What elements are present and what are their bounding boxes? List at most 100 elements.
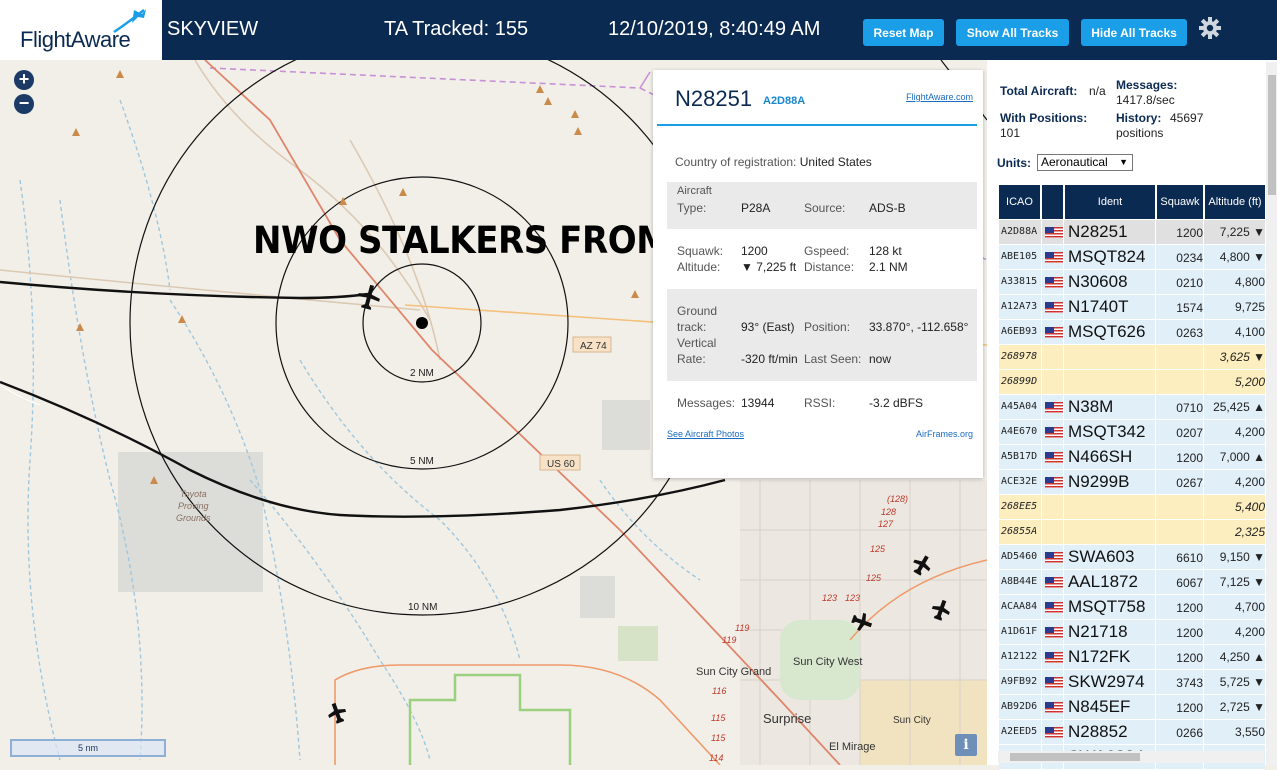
us-flag-icon (1045, 252, 1064, 263)
flightaware-link[interactable]: FlightAware.com (906, 92, 973, 102)
cell-separator (1203, 470, 1204, 494)
cell-separator (1041, 395, 1042, 419)
table-row[interactable]: 26855A 2,325 (999, 520, 1265, 545)
row-ident: MSQT342 (1068, 422, 1146, 441)
cell-separator (1041, 295, 1042, 319)
col-ident[interactable]: Ident (1065, 185, 1155, 219)
aircraft-photos-link[interactable]: See Aircraft Photos (667, 429, 744, 439)
row-altitude: 2,325 (1234, 525, 1265, 539)
table-row[interactable]: AB92D6 N845EF 1200 2,725 ▼ (999, 695, 1265, 720)
cell-separator (1041, 445, 1042, 469)
cell-separator (1155, 370, 1156, 394)
zoom-out-button[interactable]: − (14, 94, 34, 114)
cell-separator (1155, 245, 1156, 269)
svg-text:125: 125 (866, 573, 882, 583)
table-row[interactable]: A5B17D N466SH 1200 7,000 ▲ (999, 445, 1265, 470)
cell-separator (1203, 570, 1204, 594)
ground-speed: 128 kt (869, 244, 902, 258)
horizontal-scroll-thumb[interactable] (1010, 753, 1140, 761)
aircraft-detail-popup: N28251 A2D88A FlightAware.com Country of… (653, 70, 983, 478)
table-row[interactable]: A2EED5 N28852 0266 3,550 (999, 720, 1265, 745)
row-ident: N9299B (1068, 472, 1130, 491)
road-sign-az74: AZ 74 (572, 336, 612, 353)
table-row[interactable]: ACE32E N9299B 0267 4,200 (999, 470, 1265, 495)
svg-text:Sun City Grand: Sun City Grand (696, 666, 771, 678)
cell-separator (1203, 295, 1204, 319)
row-altitude: 7,000 ▲ (1219, 450, 1265, 464)
gear-icon[interactable] (1198, 16, 1222, 40)
table-row[interactable]: A12A73 N1740T 1574 9,725 (999, 295, 1265, 320)
svg-text:119: 119 (722, 635, 736, 645)
hide-all-tracks-button[interactable]: Hide All Tracks (1081, 19, 1187, 46)
cell-separator (1063, 570, 1064, 594)
svg-text:125: 125 (870, 544, 886, 554)
show-all-tracks-button[interactable]: Show All Tracks (956, 19, 1069, 46)
flightaware-logo[interactable]: FlightAware (0, 0, 162, 60)
airframes-link[interactable]: AirFrames.org (916, 429, 973, 439)
cell-separator (1155, 220, 1156, 244)
app-title: SKYVIEW (167, 18, 259, 40)
table-row[interactable]: 268EE5 5,400 (999, 495, 1265, 520)
cell-separator (1155, 645, 1156, 669)
table-row[interactable]: A8B44E AAL1872 6067 7,125 ▼ (999, 570, 1265, 595)
cell-separator (1041, 470, 1042, 494)
row-altitude: 25,425 ▲ (1213, 400, 1265, 414)
zoom-in-button[interactable]: + (14, 70, 34, 90)
table-row[interactable]: A45A04 N38M 0710 25,425 ▲ (999, 395, 1265, 420)
country-row: Country of registration: United States (675, 155, 872, 169)
row-ident: N466SH (1068, 447, 1133, 466)
svg-text:AZ 74: AZ 74 (580, 341, 607, 352)
table-row[interactable]: 26899D 5,200 (999, 370, 1265, 395)
table-row[interactable]: AD5460 SWA603 6610 9,150 ▼ (999, 545, 1265, 570)
col-flag[interactable] (1042, 185, 1063, 219)
svg-text:Surprise: Surprise (763, 711, 811, 726)
cell-separator (1203, 445, 1204, 469)
col-squawk[interactable]: Squawk (1157, 185, 1203, 219)
vertical-scroll-thumb[interactable] (1268, 75, 1276, 195)
table-row[interactable]: 268978 3,625 ▼ (999, 345, 1265, 370)
cell-separator (1041, 520, 1042, 544)
row-icao: A5B17D (1001, 451, 1038, 462)
cell-separator (1041, 720, 1042, 744)
messages-rate: 1417.8/sec (1116, 93, 1175, 107)
us-flag-icon (1045, 627, 1064, 638)
reset-map-button[interactable]: Reset Map (863, 19, 944, 46)
cell-separator (1063, 220, 1064, 244)
table-row[interactable]: A4E670 MSQT342 0207 4,200 (999, 420, 1265, 445)
table-row[interactable]: A9FB92 SKW2974 3743 5,725 ▼ (999, 670, 1265, 695)
row-altitude: 5,200 (1234, 375, 1265, 389)
cell-separator (1203, 345, 1204, 369)
col-icao[interactable]: ICAO (999, 185, 1040, 219)
table-row[interactable]: ACAA84 MSQT758 1200 4,700 (999, 595, 1265, 620)
svg-text:Sun City West: Sun City West (793, 656, 863, 668)
svg-text:123: 123 (845, 593, 860, 603)
svg-text:Grounds: Grounds (176, 513, 211, 523)
squawk: 1200 (741, 244, 768, 258)
cell-separator (1063, 470, 1064, 494)
table-row[interactable]: ABE105 MSQT824 0234 4,800 ▼ (999, 245, 1265, 270)
table-row[interactable]: A12122 N172FK 1200 4,250 ▲ (999, 645, 1265, 670)
cell-separator (1203, 645, 1204, 669)
table-row[interactable]: A1D61F N21718 1200 4,200 (999, 620, 1265, 645)
cell-separator (1203, 695, 1204, 719)
cell-separator (1063, 445, 1064, 469)
table-row[interactable]: A6EB93 MSQT626 0263 4,100 (999, 320, 1265, 345)
row-icao: A8B44E (1001, 576, 1038, 587)
cell-separator (1063, 645, 1064, 669)
units-select[interactable]: Aeronautical ▼ (1037, 154, 1133, 171)
cell-separator (1041, 320, 1042, 344)
popup-registration: N28251 (675, 86, 753, 111)
track-box (667, 289, 977, 381)
row-ident: N1740T (1068, 297, 1129, 316)
aircraft-sidebar: Total Aircraft: n/a Messages: 1417.8/sec… (987, 60, 1277, 770)
info-icon[interactable]: i (955, 734, 977, 756)
col-altitude[interactable]: Altitude (ft) (1205, 185, 1265, 219)
us-flag-icon (1045, 677, 1064, 688)
table-row[interactable]: A33815 N30608 0210 4,800 (999, 270, 1265, 295)
us-flag-icon (1045, 652, 1064, 663)
total-aircraft: n/a (1089, 84, 1106, 98)
row-altitude: 4,200 (1234, 425, 1265, 439)
cell-separator (1155, 320, 1156, 344)
table-row[interactable]: A2D88A N28251 1200 7,225 ▼ (999, 220, 1265, 245)
row-ident: N172FK (1068, 647, 1131, 666)
